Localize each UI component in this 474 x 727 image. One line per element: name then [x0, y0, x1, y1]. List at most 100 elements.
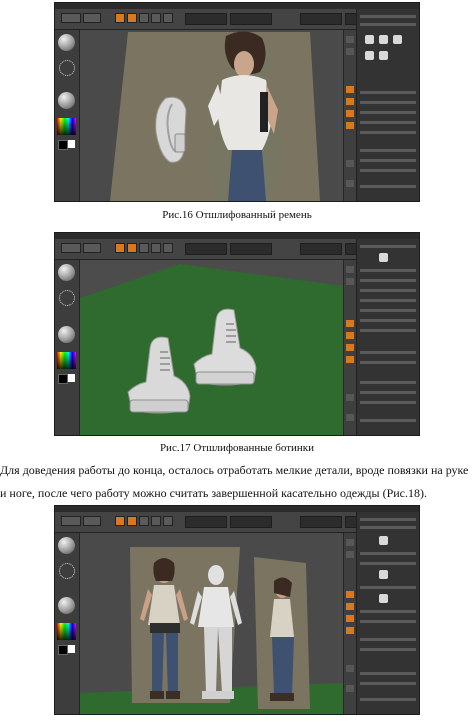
move-button[interactable] [139, 13, 149, 23]
draw-button[interactable] [127, 243, 137, 253]
palette-row[interactable] [360, 245, 416, 248]
color-picker[interactable] [57, 352, 76, 369]
palette-row[interactable] [360, 299, 416, 302]
scale-button[interactable] [151, 13, 161, 23]
palette-row[interactable] [360, 15, 416, 18]
palette-row[interactable] [360, 131, 416, 134]
move-view-button[interactable] [346, 332, 354, 339]
main-color-swatch[interactable] [67, 645, 75, 653]
subtool-thumb[interactable] [393, 35, 402, 44]
palette-row[interactable] [360, 610, 416, 613]
subtool-thumb[interactable] [379, 253, 388, 262]
canvas-viewport[interactable] [80, 260, 345, 435]
canvas-viewport[interactable] [80, 533, 345, 714]
palette-row[interactable] [360, 319, 416, 322]
palette-row[interactable] [360, 269, 416, 272]
focal-shift-slider[interactable] [300, 13, 342, 25]
palette-row[interactable] [360, 401, 416, 404]
shelf-button[interactable] [346, 48, 354, 55]
rgb-intensity-slider[interactable] [230, 243, 272, 255]
frame-button[interactable] [346, 591, 354, 598]
palette-row[interactable] [360, 620, 416, 623]
rotate-button[interactable] [163, 243, 173, 253]
focal-shift-slider[interactable] [300, 516, 342, 528]
transp-button[interactable] [346, 414, 354, 421]
draw-button[interactable] [127, 516, 137, 526]
focal-shift-slider[interactable] [300, 243, 342, 255]
edit-button[interactable] [115, 243, 125, 253]
scale-button[interactable] [151, 516, 161, 526]
scale-button[interactable] [151, 243, 161, 253]
subtool-thumb[interactable] [379, 570, 388, 579]
zoom-view-button[interactable] [346, 110, 354, 117]
polyframe-button[interactable] [346, 394, 354, 401]
toolbar-button[interactable] [61, 13, 81, 23]
palette-row[interactable] [360, 682, 416, 685]
secondary-color-swatch[interactable] [58, 374, 68, 384]
brush-icon[interactable] [58, 264, 75, 281]
toolbar-button[interactable] [61, 243, 81, 253]
palette-row[interactable] [360, 91, 416, 94]
brush-icon[interactable] [58, 34, 75, 51]
zoom-view-button[interactable] [346, 615, 354, 622]
rotate-button[interactable] [163, 13, 173, 23]
stroke-icon[interactable] [59, 563, 75, 579]
edit-button[interactable] [115, 516, 125, 526]
palette-row[interactable] [360, 169, 416, 172]
palette-row[interactable] [360, 518, 416, 521]
toolbar-button[interactable] [83, 243, 101, 253]
stroke-icon[interactable] [59, 60, 75, 76]
brush-icon[interactable] [58, 537, 75, 554]
palette-row[interactable] [360, 121, 416, 124]
palette-row[interactable] [360, 552, 416, 555]
frame-button[interactable] [346, 320, 354, 327]
palette-row[interactable] [360, 698, 416, 701]
material-icon[interactable] [58, 597, 75, 614]
rotate-view-button[interactable] [346, 356, 354, 363]
palette-row[interactable] [360, 329, 416, 332]
palette-row[interactable] [360, 562, 416, 565]
shelf-button[interactable] [346, 551, 354, 558]
shelf-button[interactable] [346, 36, 354, 43]
palette-row[interactable] [360, 586, 416, 589]
palette-row[interactable] [360, 638, 416, 641]
move-view-button[interactable] [346, 98, 354, 105]
palette-row[interactable] [360, 391, 416, 394]
palette-row[interactable] [360, 149, 416, 152]
palette-row[interactable] [360, 419, 416, 422]
palette-row[interactable] [360, 111, 416, 114]
rotate-button[interactable] [163, 516, 173, 526]
draw-button[interactable] [127, 13, 137, 23]
move-view-button[interactable] [346, 603, 354, 610]
move-button[interactable] [139, 516, 149, 526]
palette-row[interactable] [360, 279, 416, 282]
material-icon[interactable] [58, 326, 75, 343]
palette-row[interactable] [360, 648, 416, 651]
move-button[interactable] [139, 243, 149, 253]
zoom-view-button[interactable] [346, 344, 354, 351]
zadd-slider[interactable] [185, 243, 227, 255]
rotate-view-button[interactable] [346, 627, 354, 634]
palette-row[interactable] [360, 309, 416, 312]
palette-row[interactable] [360, 351, 416, 354]
material-icon[interactable] [58, 92, 75, 109]
main-color-swatch[interactable] [67, 140, 75, 148]
zadd-slider[interactable] [185, 13, 227, 25]
palette-row[interactable] [360, 526, 416, 529]
palette-row[interactable] [360, 381, 416, 384]
frame-button[interactable] [346, 86, 354, 93]
transp-button[interactable] [346, 180, 354, 187]
zadd-slider[interactable] [185, 516, 227, 528]
subtool-thumb[interactable] [379, 35, 388, 44]
palette-row[interactable] [360, 289, 416, 292]
rgb-intensity-slider[interactable] [230, 13, 272, 25]
transp-button[interactable] [346, 685, 354, 692]
stroke-icon[interactable] [59, 290, 75, 306]
secondary-color-swatch[interactable] [58, 645, 68, 655]
main-color-swatch[interactable] [67, 374, 75, 382]
polyframe-button[interactable] [346, 665, 354, 672]
rotate-view-button[interactable] [346, 122, 354, 129]
toolbar-button[interactable] [83, 13, 101, 23]
shelf-button[interactable] [346, 539, 354, 546]
canvas-viewport[interactable] [80, 30, 345, 201]
